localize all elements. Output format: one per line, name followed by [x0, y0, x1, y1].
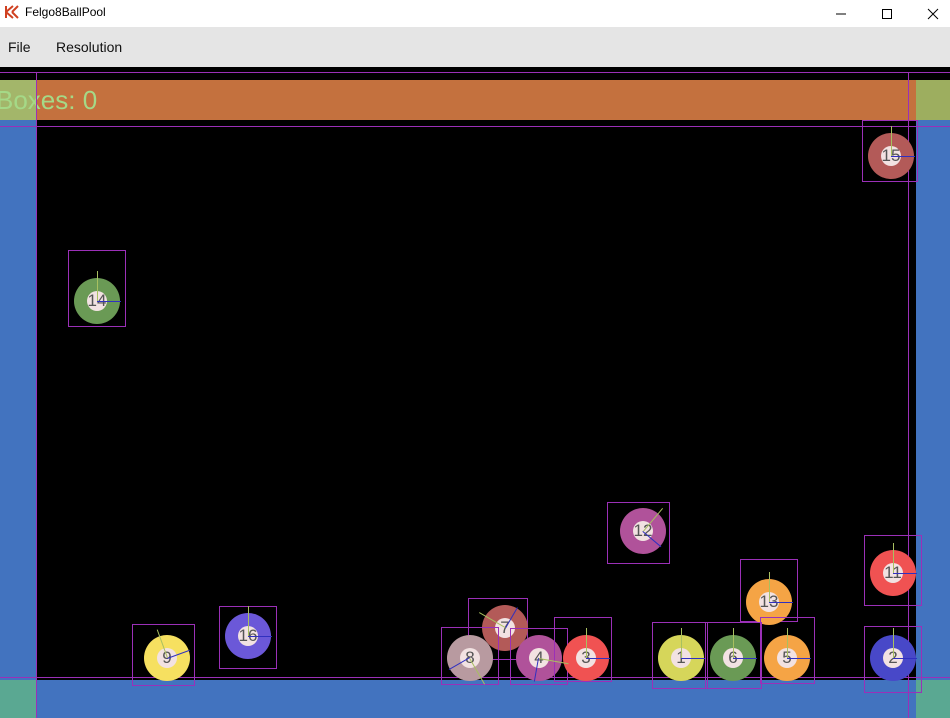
ball-rotation-line: [733, 658, 757, 659]
debug-line: [36, 73, 37, 718]
debug-line: [0, 72, 950, 73]
menu-resolution[interactable]: Resolution: [56, 39, 122, 55]
ball-rotation-line: [891, 156, 915, 157]
pool-ball-11[interactable]: 11: [870, 543, 917, 596]
ball-rotation-line: [681, 628, 682, 658]
ball-rotation-line: [893, 628, 894, 658]
left-wall: [0, 120, 37, 680]
pool-ball-14[interactable]: 14: [74, 271, 121, 324]
ball-rotation-line: [787, 658, 811, 659]
pool-ball-8[interactable]: 8: [447, 635, 493, 685]
pool-ball-16[interactable]: 16: [225, 606, 272, 659]
ball-rotation-line: [248, 636, 272, 637]
ball-rotation-line: [733, 628, 734, 658]
ball-rotation-line: [97, 301, 121, 302]
ball-rotation-line: [769, 602, 793, 603]
top-right-corner: [916, 80, 950, 120]
window-title: Felgo8BallPool: [25, 5, 106, 19]
ball-rotation-line: [248, 606, 249, 636]
pool-ball-3[interactable]: 3: [563, 628, 610, 681]
ball-rotation-line: [787, 628, 788, 658]
menu-bar: File Resolution: [0, 27, 950, 67]
pool-ball-9[interactable]: 9: [144, 629, 190, 681]
pool-ball-1[interactable]: 1: [658, 628, 705, 681]
close-button[interactable]: [910, 0, 950, 27]
menu-file[interactable]: File: [8, 39, 31, 55]
pool-ball-6[interactable]: 6: [710, 628, 757, 681]
pool-ball-5[interactable]: 5: [764, 628, 811, 681]
ball-rotation-line: [681, 658, 705, 659]
ball-rotation-line: [586, 628, 587, 658]
ball-rotation-line: [893, 543, 894, 573]
debug-line: [0, 126, 950, 127]
hud-bar: [37, 80, 916, 120]
close-icon: [927, 8, 939, 19]
pool-ball-13[interactable]: 13: [746, 572, 793, 625]
ball-rotation-line: [891, 126, 892, 156]
bottom-left-corner: [0, 680, 37, 718]
maximize-icon: [882, 8, 892, 19]
pool-ball-15[interactable]: 15: [868, 126, 915, 179]
maximize-button[interactable]: [864, 0, 910, 27]
ball-rotation-line: [893, 658, 917, 659]
ball-rotation-line: [586, 658, 610, 659]
ball-rotation-line: [769, 572, 770, 602]
ball-rotation-line: [893, 573, 917, 574]
minimize-icon: [836, 13, 846, 14]
title-bar: Felgo8BallPool: [0, 0, 950, 27]
minimize-button[interactable]: [818, 0, 864, 27]
boxes-counter: Boxes: 0: [0, 85, 98, 115]
pool-ball-12[interactable]: 12: [620, 508, 666, 554]
game-canvas[interactable]: Boxes: 0 151412111316978431652: [0, 67, 950, 718]
pool-ball-2[interactable]: 2: [870, 628, 917, 681]
app-logo-icon: [5, 5, 19, 19]
ball-rotation-line: [97, 271, 98, 301]
pool-ball-4[interactable]: 4: [516, 635, 569, 682]
